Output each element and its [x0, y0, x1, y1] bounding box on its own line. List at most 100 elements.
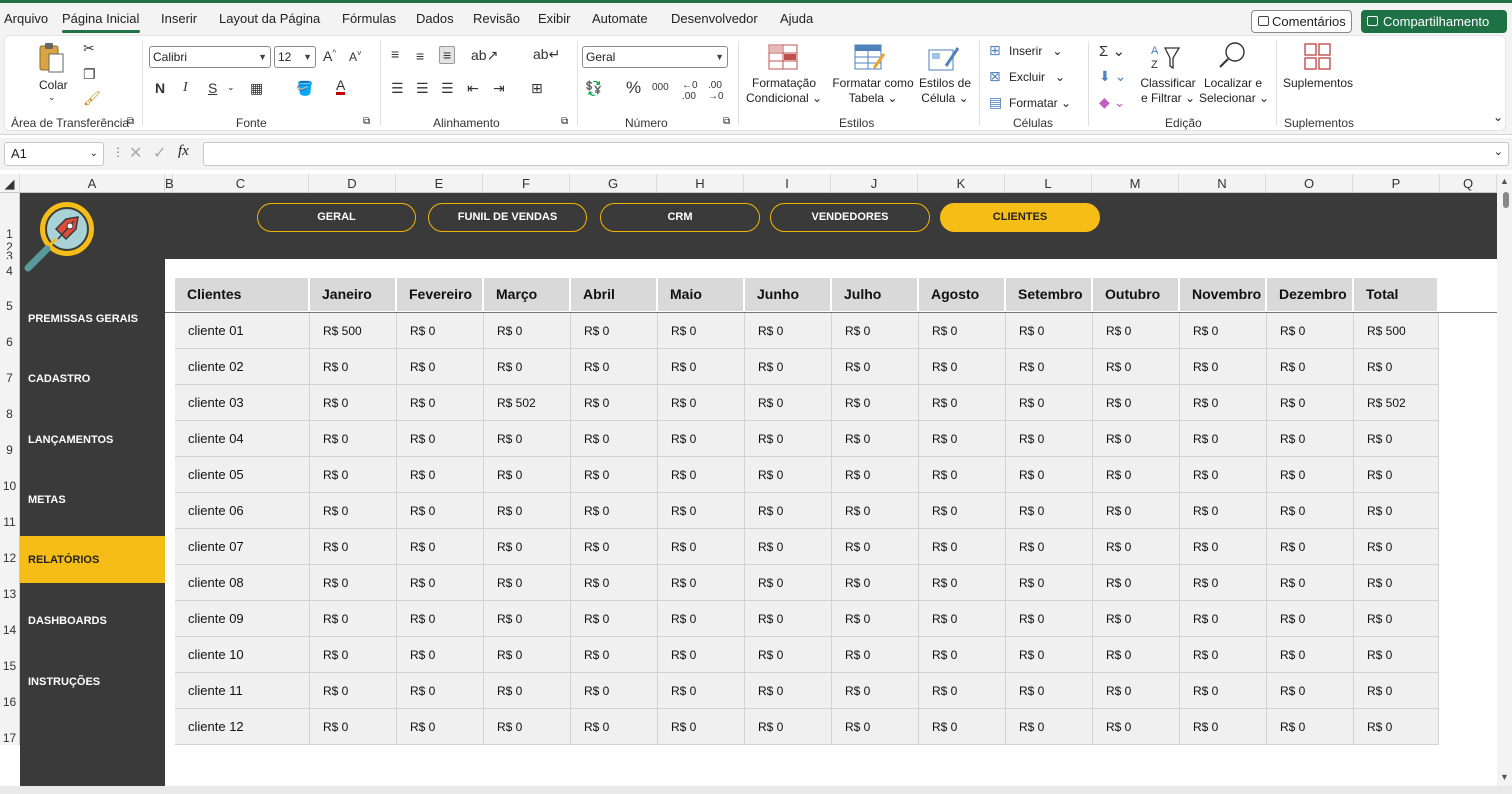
value-cell[interactable]: R$ 0	[1006, 601, 1093, 637]
enter-icon[interactable]: ✓	[153, 143, 166, 163]
clear-icon[interactable]: ◆ ⌄	[1099, 94, 1125, 111]
value-cell[interactable]: R$ 0	[1354, 637, 1439, 673]
value-cell[interactable]: R$ 0	[1180, 457, 1267, 493]
font-color-icon[interactable]: A	[336, 78, 346, 95]
column-header-l[interactable]: L	[1005, 174, 1092, 193]
value-cell[interactable]: R$ 0	[1006, 673, 1093, 709]
italic-button[interactable]: I	[183, 80, 188, 96]
wrap-text-icon[interactable]: ab↵	[533, 46, 560, 63]
value-cell[interactable]: R$ 0	[1267, 709, 1354, 745]
vertical-scrollbar[interactable]: ▲ ▼	[1497, 174, 1512, 786]
value-cell[interactable]: R$ 0	[919, 565, 1006, 601]
value-cell[interactable]: R$ 0	[571, 565, 658, 601]
value-cell[interactable]: R$ 0	[745, 709, 832, 745]
align-right-icon[interactable]: ☰	[441, 80, 454, 97]
cancel-icon[interactable]: ✕	[129, 143, 142, 163]
value-cell[interactable]: R$ 0	[1093, 673, 1180, 709]
fill-icon[interactable]: ⬇ ⌄	[1099, 68, 1126, 85]
column-header-j[interactable]: J	[831, 174, 918, 193]
column-header-k[interactable]: K	[918, 174, 1005, 193]
share-button[interactable]: Compartilhamento	[1361, 10, 1507, 33]
value-cell[interactable]: R$ 0	[658, 313, 745, 349]
value-cell[interactable]: R$ 0	[1006, 493, 1093, 529]
value-cell[interactable]: R$ 0	[1354, 349, 1439, 385]
value-cell[interactable]: R$ 0	[919, 349, 1006, 385]
value-cell[interactable]: R$ 0	[832, 529, 919, 565]
chevron-down-icon[interactable]: ⌄	[227, 82, 235, 93]
conditional-format-icon[interactable]	[768, 44, 798, 70]
value-cell[interactable]: R$ 0	[571, 457, 658, 493]
value-cell[interactable]: R$ 0	[397, 565, 484, 601]
value-cell[interactable]: R$ 0	[571, 493, 658, 529]
value-cell[interactable]: R$ 0	[571, 529, 658, 565]
column-header-q[interactable]: Q	[1440, 174, 1497, 193]
value-cell[interactable]: R$ 0	[310, 673, 397, 709]
orientation-icon[interactable]: ab↗	[471, 47, 498, 64]
increase-decimal-icon[interactable]: ←0.00	[682, 80, 698, 102]
value-cell[interactable]: R$ 0	[310, 529, 397, 565]
column-header-m[interactable]: M	[1092, 174, 1179, 193]
value-cell[interactable]: R$ 0	[397, 709, 484, 745]
formula-input[interactable]: ⌄	[203, 142, 1509, 166]
row-header-11[interactable]: 11	[0, 493, 20, 529]
value-cell[interactable]: R$ 0	[658, 349, 745, 385]
value-cell[interactable]: R$ 0	[310, 457, 397, 493]
value-cell[interactable]: R$ 0	[658, 637, 745, 673]
cell-styles-label[interactable]: Estilos de Célula ⌄	[917, 76, 973, 106]
value-cell[interactable]: R$ 0	[1093, 637, 1180, 673]
comments-button[interactable]: Comentários	[1251, 10, 1352, 33]
value-cell[interactable]: R$ 0	[1006, 313, 1093, 349]
client-name-cell[interactable]: cliente 11	[175, 673, 310, 709]
value-cell[interactable]: R$ 0	[1180, 529, 1267, 565]
sidebar-item-7[interactable]: INSTRUÇÕES	[20, 674, 165, 694]
copy-icon[interactable]: ❐	[83, 66, 96, 83]
cell-styles-icon[interactable]	[928, 44, 960, 72]
align-left-icon[interactable]: ☰	[391, 80, 404, 97]
column-header-a[interactable]: A	[20, 174, 165, 193]
format-as-table-icon[interactable]	[854, 44, 886, 72]
scroll-up-icon[interactable]: ▲	[1500, 176, 1509, 186]
column-header-n[interactable]: N	[1179, 174, 1266, 193]
row-header-13[interactable]: 13	[0, 565, 20, 601]
addins-label[interactable]: Suplementos	[1283, 76, 1353, 91]
value-cell[interactable]: R$ 0	[1267, 601, 1354, 637]
menu-arquivo[interactable]: Arquivo	[4, 11, 48, 26]
value-cell[interactable]: R$ 0	[484, 349, 571, 385]
align-bottom-icon[interactable]: ≡	[439, 46, 456, 64]
value-cell[interactable]: R$ 0	[1180, 601, 1267, 637]
value-cell[interactable]: R$ 0	[745, 421, 832, 457]
sidebar-item-4[interactable]: METAS	[20, 492, 165, 512]
menu-automate[interactable]: Automate	[592, 11, 648, 26]
value-cell[interactable]: R$ 0	[658, 709, 745, 745]
value-cell[interactable]: R$ 0	[1354, 457, 1439, 493]
row-header-10[interactable]: 10	[0, 457, 20, 493]
value-cell[interactable]: R$ 0	[1180, 493, 1267, 529]
value-cell[interactable]: R$ 0	[1006, 457, 1093, 493]
value-cell[interactable]: R$ 0	[1267, 529, 1354, 565]
column-header-f[interactable]: F	[483, 174, 570, 193]
value-cell[interactable]: R$ 0	[1006, 349, 1093, 385]
value-cell[interactable]: R$ 0	[1180, 673, 1267, 709]
menu-dados[interactable]: Dados	[416, 11, 454, 26]
value-cell[interactable]: R$ 0	[745, 529, 832, 565]
value-cell[interactable]: R$ 0	[1006, 529, 1093, 565]
format-cells-icon[interactable]: ▤	[989, 94, 1002, 111]
font-size-select[interactable]: 12 ▼	[274, 46, 316, 68]
value-cell[interactable]: R$ 0	[571, 385, 658, 421]
increase-font-icon[interactable]: A^	[323, 48, 336, 64]
value-cell[interactable]: R$ 0	[1093, 421, 1180, 457]
value-cell[interactable]: R$ 0	[397, 601, 484, 637]
alignment-launcher-icon[interactable]: ⧉	[561, 116, 568, 127]
paste-label[interactable]: Colar	[39, 78, 68, 93]
thousands-icon[interactable]: 000	[652, 82, 669, 93]
value-cell[interactable]: R$ 0	[1006, 421, 1093, 457]
value-cell[interactable]: R$ 0	[1180, 637, 1267, 673]
value-cell[interactable]: R$ 0	[832, 457, 919, 493]
menu-exibir[interactable]: Exibir	[538, 11, 571, 26]
value-cell[interactable]: R$ 0	[484, 457, 571, 493]
delete-cells-button[interactable]: Excluir ⌄	[1009, 70, 1065, 84]
value-cell[interactable]: R$ 0	[1093, 529, 1180, 565]
value-cell[interactable]: R$ 0	[484, 673, 571, 709]
value-cell[interactable]: R$ 0	[919, 385, 1006, 421]
value-cell[interactable]: R$ 0	[310, 565, 397, 601]
